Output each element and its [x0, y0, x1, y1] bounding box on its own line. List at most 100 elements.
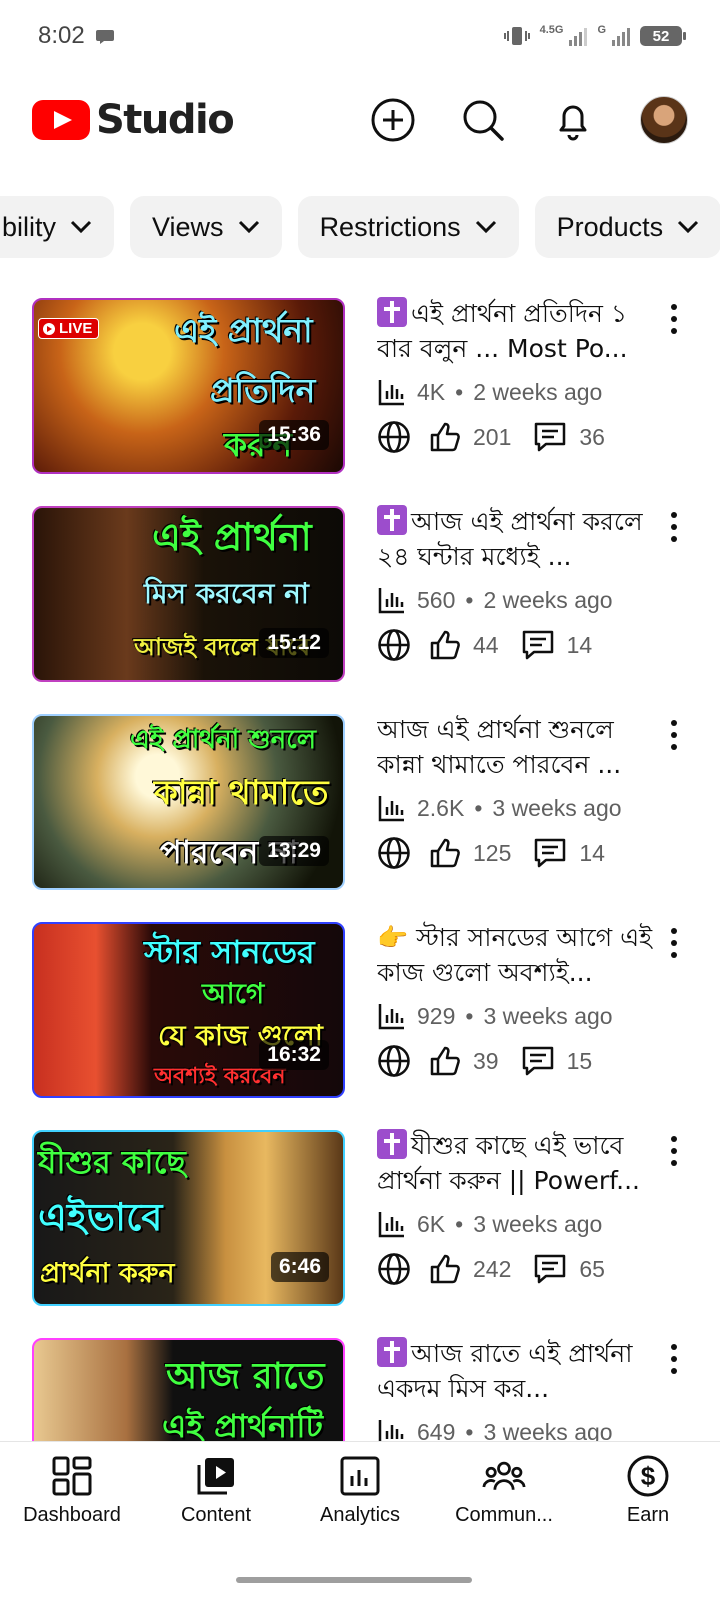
video-title[interactable]: আজ এই প্রার্থনা শুনলে কান্না থামাতে পারব…	[377, 712, 657, 782]
video-row[interactable]: স্টার সানডের আগে যে কাজ গুলো অবশ্যই করবে…	[0, 920, 720, 1128]
chip-label: Products	[556, 211, 664, 242]
video-thumbnail[interactable]: আজ রাতে এই প্রার্থনাটি	[32, 1338, 345, 1441]
more-options-button[interactable]	[662, 512, 686, 542]
cross-emoji-icon	[377, 1337, 407, 1367]
thumbnail-caption: এই প্রার্থনা	[152, 515, 312, 559]
chip-label: bility	[2, 211, 57, 242]
app-header: Studio	[0, 80, 720, 160]
thumbnail-caption: এইভাবে	[38, 1195, 163, 1239]
thumbnail-caption: এই প্রার্থনাটি	[162, 1407, 323, 1441]
comment-icon	[535, 1254, 566, 1284]
more-options-button[interactable]	[662, 1136, 686, 1166]
view-count: 4K	[417, 378, 446, 405]
thumbnail-caption: এই প্রার্থনা শুনলে	[130, 725, 316, 755]
meta-separator: •	[455, 1210, 464, 1237]
video-stats: 44 14	[377, 627, 657, 663]
svg-text:$: $	[641, 1461, 656, 1491]
filter-chip-views[interactable]: Views	[130, 196, 282, 258]
chevron-down-icon	[70, 220, 92, 234]
video-row[interactable]: যীশুর কাছে এইভাবে প্রার্থনা করুন 6:46 যী…	[0, 1128, 720, 1336]
more-options-button[interactable]	[662, 304, 686, 334]
notifications-button[interactable]	[550, 97, 596, 143]
like-count: 242	[473, 1255, 512, 1282]
video-stats: 201 36	[377, 419, 657, 455]
like-icon	[430, 422, 460, 452]
video-thumbnail[interactable]: স্টার সানডের আগে যে কাজ গুলো অবশ্যই করবে…	[32, 922, 345, 1098]
views-chart-icon	[378, 796, 404, 822]
live-play-icon	[43, 322, 55, 335]
video-title-text: আজ রাতে এই প্রার্থনা একদম মিস কর...	[377, 1339, 633, 1403]
filter-chip-restrictions[interactable]: Restrictions	[297, 196, 519, 258]
create-button[interactable]	[370, 97, 416, 143]
video-row[interactable]: আজ রাতে এই প্রার্থনাটি আজ রাতে এই প্রার্…	[0, 1336, 720, 1441]
video-thumbnail[interactable]: যীশুর কাছে এইভাবে প্রার্থনা করুন 6:46	[32, 1130, 345, 1306]
video-row[interactable]: LIVE এই প্রার্থনা প্রতিদিন করুন 15:36 এই…	[0, 296, 720, 504]
status-time: 8:02	[38, 22, 85, 49]
cross-emoji-icon	[377, 1129, 407, 1159]
live-label: LIVE	[59, 320, 93, 337]
video-thumbnail[interactable]: এই প্রার্থনা শুনলে কান্না থামাতে পারবেন …	[32, 714, 345, 890]
globe-icon	[378, 421, 410, 453]
status-bar: 8:02 4.5G G 52	[0, 0, 720, 72]
views-chart-icon	[378, 380, 404, 406]
video-row[interactable]: এই প্রার্থনা মিস করবেন না আজই বদলে যাবে …	[0, 504, 720, 712]
filter-chip-visibility[interactable]: bility	[0, 196, 115, 258]
upload-age: 3 weeks ago	[483, 1002, 613, 1029]
account-avatar[interactable]	[640, 96, 688, 144]
video-row[interactable]: এই প্রার্থনা শুনলে কান্না থামাতে পারবেন …	[0, 712, 720, 920]
video-title[interactable]: 👉 স্টার সানডের আগে এই কাজ গুলো অবশ্যই...	[377, 920, 657, 990]
video-title[interactable]: আজ রাতে এই প্রার্থনা একদম মিস কর...	[377, 1336, 657, 1406]
video-meta: 6K • 3 weeks ago	[377, 1207, 657, 1241]
video-info: আজ এই প্রার্থনা করলে ২৪ ঘন্টার মধ্যেই ..…	[377, 504, 657, 663]
nav-label: Commun...	[455, 1504, 553, 1526]
video-title[interactable]: যীশুর কাছে এই ভাবে প্রার্থনা করুন || Pow…	[377, 1128, 657, 1198]
cross-emoji-icon	[377, 297, 407, 327]
video-duration: 6:46	[270, 1252, 329, 1282]
nav-dashboard[interactable]: Dashboard	[0, 1442, 144, 1600]
video-title[interactable]: এই প্রার্থনা প্রতিদিন ১ বার বলুন ... Mos…	[377, 296, 657, 366]
video-thumbnail[interactable]: এই প্রার্থনা মিস করবেন না আজই বদলে যাবে …	[32, 506, 345, 682]
like-icon	[430, 1254, 460, 1284]
nav-earn[interactable]: $ Earn	[576, 1442, 720, 1600]
home-indicator[interactable]	[236, 1577, 472, 1583]
video-info: আজ এই প্রার্থনা শুনলে কান্না থামাতে পারব…	[377, 712, 657, 871]
meta-separator: •	[474, 794, 483, 821]
thumbnail-caption: প্রার্থনা করুন	[40, 1258, 175, 1289]
more-options-button[interactable]	[662, 1344, 686, 1374]
community-icon	[482, 1454, 526, 1498]
video-title-text: 👉 স্টার সানডের আগে এই কাজ গুলো অবশ্যই...	[377, 923, 653, 987]
upload-age: 3 weeks ago	[492, 794, 622, 821]
globe-icon	[378, 1045, 410, 1077]
comment-icon	[522, 630, 553, 660]
video-title[interactable]: আজ এই প্রার্থনা করলে ২৪ ঘন্টার মধ্যেই ..…	[377, 504, 657, 574]
nav-label: Analytics	[319, 1504, 401, 1526]
create-icon	[371, 98, 415, 142]
video-duration: 15:12	[259, 628, 329, 658]
video-thumbnail[interactable]: LIVE এই প্রার্থনা প্রতিদিন করুন 15:36	[32, 298, 345, 474]
like-count: 39	[473, 1047, 499, 1074]
view-count: 649	[417, 1418, 456, 1442]
video-title-text: যীশুর কাছে এই ভাবে প্রার্থনা করুন || Pow…	[377, 1131, 640, 1195]
comment-icon	[535, 838, 566, 868]
chevron-down-icon	[238, 220, 259, 234]
comment-count: 14	[579, 839, 605, 866]
video-meta: 929 • 3 weeks ago	[377, 999, 657, 1033]
comment-count: 14	[566, 631, 593, 658]
nav-label: Dashboard	[23, 1504, 121, 1526]
comment-count: 15	[566, 1047, 593, 1074]
youtube-studio-logo[interactable]: Studio	[32, 97, 235, 143]
like-count: 201	[473, 423, 512, 450]
search-button[interactable]	[460, 97, 506, 143]
meta-separator: •	[465, 1418, 474, 1442]
chip-label: Restrictions	[319, 211, 461, 242]
vibrate-icon	[503, 27, 530, 45]
notifications-icon	[559, 105, 587, 141]
analytics-icon	[338, 1454, 382, 1498]
more-options-button[interactable]	[662, 928, 686, 958]
nav-label: Content	[180, 1504, 252, 1526]
more-options-button[interactable]	[662, 720, 686, 750]
comment-icon	[535, 422, 566, 452]
upload-age: 3 weeks ago	[483, 1418, 613, 1442]
video-info: এই প্রার্থনা প্রতিদিন ১ বার বলুন ... Mos…	[377, 296, 657, 455]
filter-chip-products[interactable]: Products	[534, 196, 720, 258]
